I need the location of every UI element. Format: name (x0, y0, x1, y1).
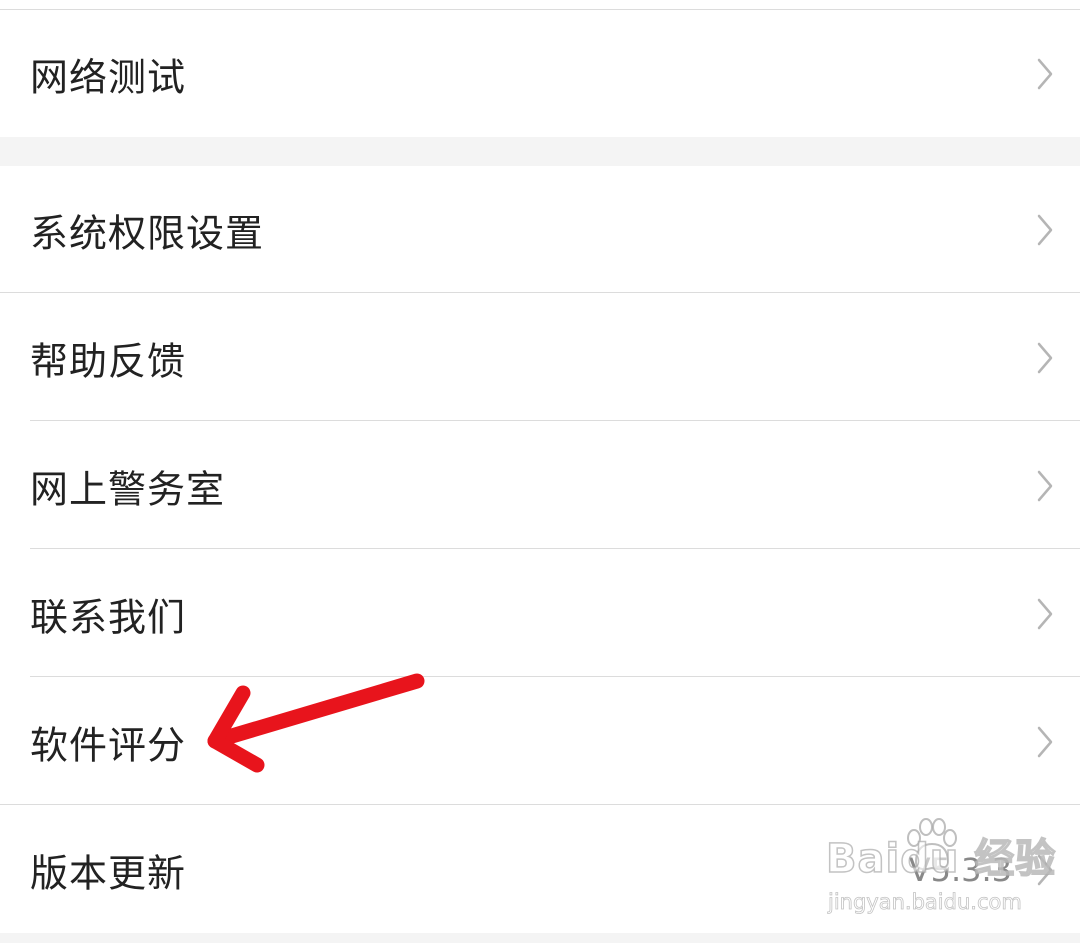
chevron-right-icon (1037, 470, 1053, 501)
rate-app-label: 软件评分 (30, 723, 187, 767)
divider (30, 420, 1080, 421)
chevron-right-icon (1037, 58, 1053, 89)
permissions-row[interactable]: 系统权限设置 (0, 166, 1080, 293)
contact-us-row[interactable]: 联系我们 (0, 550, 1080, 677)
permissions-label: 系统权限设置 (30, 211, 265, 255)
chevron-right-icon (1037, 342, 1053, 373)
chevron-right-icon (1037, 598, 1053, 629)
version-update-row[interactable]: 版本更新 V5.3.3 (0, 806, 1080, 933)
online-police-row[interactable]: 网上警务室 (0, 422, 1080, 549)
network-test-label: 网络测试 (30, 55, 187, 99)
version-value: V5.3.3 (908, 850, 1012, 889)
divider (30, 548, 1080, 549)
divider (30, 676, 1080, 677)
contact-us-label: 联系我们 (30, 595, 187, 639)
divider (0, 804, 1080, 805)
divider (0, 292, 1080, 293)
help-feedback-label: 帮助反馈 (30, 339, 187, 383)
online-police-label: 网上警务室 (30, 467, 226, 511)
chevron-right-icon (1037, 854, 1053, 885)
version-update-label: 版本更新 (30, 851, 187, 895)
chevron-right-icon (1037, 726, 1053, 757)
network-test-row[interactable]: 网络测试 (0, 10, 1080, 137)
help-feedback-row[interactable]: 帮助反馈 (0, 294, 1080, 421)
chevron-right-icon (1037, 214, 1053, 245)
rate-app-row[interactable]: 软件评分 (0, 678, 1080, 805)
